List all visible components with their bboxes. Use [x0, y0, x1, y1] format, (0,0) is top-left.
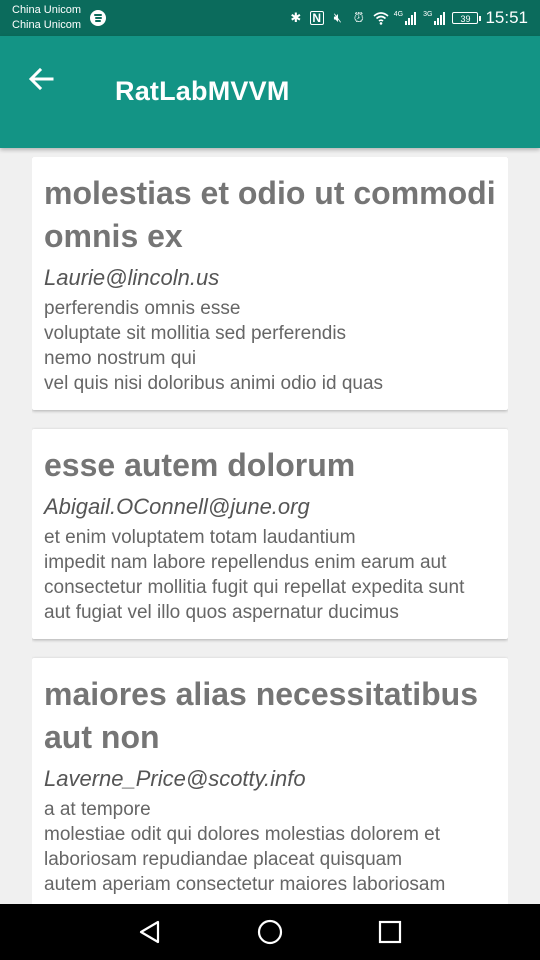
bluetooth-icon: ✱: [290, 10, 302, 25]
page-title: RatLabMVVM: [115, 76, 290, 106]
wifi-icon: [373, 11, 389, 25]
back-triangle-icon[interactable]: [130, 912, 170, 952]
post-title: molestias et odio ut commodi omnis ex: [44, 175, 496, 254]
status-icons: ✱ N 🔇︎ ⏰︎ 4G 3G 39 15:51: [289, 0, 528, 36]
post-title: maiores alias necessitatibus aut non: [44, 676, 478, 755]
mute-icon: 🔇︎: [333, 10, 342, 25]
app-bar: RatLabMVVM: [0, 36, 540, 148]
carrier-info: China Unicom China Unicom: [12, 3, 81, 33]
alarm-icon: ⏰︎: [353, 10, 364, 25]
battery-icon: 39: [452, 12, 482, 24]
signal-2-icon: 3G: [423, 11, 446, 25]
post-body: a at tempore molestiae odit qui dolores …: [44, 799, 446, 895]
post-email: Abigail.OConnell@june.org: [44, 494, 310, 519]
status-bar: China Unicom China Unicom ✱ N 🔇︎ ⏰︎ 4G 3…: [0, 0, 540, 36]
post-body: perferendis omnis esse voluptate sit mol…: [44, 298, 384, 394]
spotify-icon: [90, 10, 106, 26]
post-card[interactable]: molestias et odio ut commodi omnis ex La…: [32, 157, 508, 410]
network-2-label: 3G: [423, 11, 433, 18]
navigation-bar: [0, 904, 540, 960]
post-email: Laurie@lincoln.us: [44, 265, 220, 290]
carrier-1: China Unicom: [12, 4, 82, 16]
post-title: esse autem dolorum: [44, 447, 356, 483]
recents-square-icon[interactable]: [370, 912, 410, 952]
clock: 15:51: [485, 8, 528, 27]
post-card[interactable]: maiores alias necessitatibus aut non Lav…: [32, 658, 508, 904]
nfc-icon: N: [309, 11, 324, 25]
post-email: Laverne_Price@scotty.info: [44, 766, 306, 791]
post-body: et enim voluptatem totam laudantium impe…: [44, 527, 465, 623]
arrow-back-icon[interactable]: [22, 60, 60, 98]
post-list[interactable]: molestias et odio ut commodi omnis ex La…: [32, 157, 508, 904]
home-circle-icon[interactable]: [250, 912, 290, 952]
network-1-label: 4G: [393, 11, 404, 18]
post-card[interactable]: esse autem dolorum Abigail.OConnell@june…: [32, 429, 508, 639]
carrier-2: China Unicom: [12, 19, 82, 31]
signal-1-icon: 4G: [393, 11, 417, 25]
